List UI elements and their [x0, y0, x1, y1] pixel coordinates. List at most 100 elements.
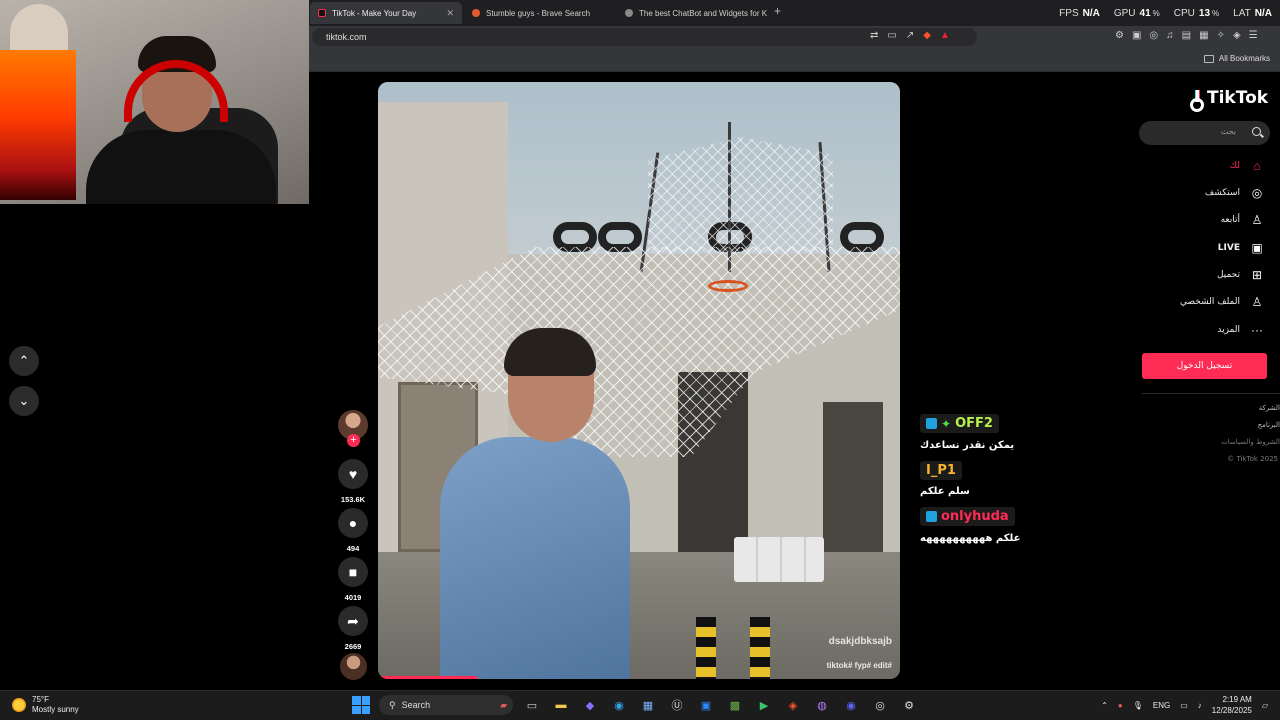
all-bookmarks-button[interactable]: All Bookmarks — [1203, 54, 1270, 63]
next-video-button[interactable]: ⌄ — [9, 386, 39, 416]
minecraft-icon[interactable]: ▩ — [725, 695, 745, 715]
tiktok-logo[interactable]: TikTok — [1190, 88, 1268, 112]
nav-upload[interactable]: تحميل ⊞ — [1217, 266, 1265, 284]
translate-icon[interactable]: ⇄ — [870, 30, 878, 41]
cpu-stat: CPU 13% — [1173, 8, 1220, 19]
tab-chatbot[interactable]: The best ChatBot and Widgets for K — [617, 2, 767, 24]
copilot-icon[interactable]: ◆ — [580, 695, 600, 715]
save-button[interactable]: ■ 4019 — [337, 557, 369, 602]
tab-tiktok[interactable]: TikTok - Make Your Day ✕ — [310, 2, 462, 24]
traffic-cone — [696, 617, 716, 679]
close-tab-icon[interactable]: ✕ — [446, 8, 454, 19]
search-highlight-icon: ▰ — [500, 699, 507, 710]
video-player[interactable]: dsakjdbksajb tiktok# fyp# edit# — [378, 82, 900, 679]
share-button[interactable]: ➦ 2669 — [337, 606, 369, 651]
login-button[interactable]: تسجيل الدخول — [1142, 353, 1267, 379]
brave-shield-icon[interactable]: ◆ — [923, 30, 931, 41]
sidebar-icon[interactable]: ▤ — [1182, 30, 1191, 41]
tray-app-icon[interactable]: ● — [1118, 701, 1123, 710]
new-tab-button[interactable]: + — [774, 4, 781, 18]
extensions-icon[interactable]: ⚙ — [1115, 30, 1124, 41]
save-count: 4019 — [344, 593, 362, 602]
play-icon[interactable]: ▶ — [754, 695, 774, 715]
video-progress-bar[interactable] — [378, 676, 478, 679]
home-icon: ⌂ — [1253, 159, 1261, 173]
file-explorer-icon[interactable]: ▬ — [551, 695, 571, 715]
microphone-icon[interactable]: 🎙 — [1133, 701, 1143, 710]
chat-message: ✦ OFF2 يمكن نقدر نساعدك — [920, 414, 1120, 451]
notifications-icon[interactable]: ▱ — [1262, 701, 1268, 710]
webcam-overlay — [0, 0, 309, 204]
footer-company-link[interactable]: الشركة — [1259, 404, 1280, 412]
profile-icon: ♙ — [1251, 295, 1263, 309]
tiktok-favicon-icon — [318, 9, 326, 17]
music-icon[interactable]: ♫ — [1166, 30, 1174, 41]
obs-icon[interactable]: ◍ — [812, 695, 832, 715]
app-icon[interactable]: Ⓤ — [667, 695, 687, 715]
system-clock[interactable]: 2:19 AM 12/28/2025 — [1212, 694, 1252, 716]
share-count: 2669 — [344, 642, 362, 651]
basketball-hoop — [708, 280, 748, 292]
brave-favicon-icon — [472, 9, 480, 17]
globe-favicon-icon — [625, 9, 633, 17]
footer-program-link[interactable]: البرنامج — [1258, 421, 1280, 429]
nav-more[interactable]: المزيد ··· — [1217, 321, 1265, 339]
task-view-icon[interactable]: ▭ — [522, 695, 542, 715]
leo-icon[interactable]: ◎ — [1149, 30, 1158, 41]
music-disc-avatar[interactable] — [340, 653, 367, 680]
tiktok-note-icon — [1190, 90, 1204, 112]
weather-widget[interactable]: 75°F Mostly sunny — [12, 695, 79, 715]
heart-icon: ♥ — [338, 459, 368, 489]
chevron-up-icon[interactable]: ⌃ — [1101, 701, 1108, 710]
follow-plus-icon[interactable]: + — [347, 434, 360, 447]
like-button[interactable]: ♥ 153.6K — [337, 459, 369, 504]
menu-icon[interactable]: ☰ — [1249, 30, 1258, 41]
footer-terms-link[interactable]: الشروط والسياسات — [1221, 438, 1280, 446]
nav-for-you[interactable]: لك ⌂ — [1230, 157, 1265, 175]
like-count: 153.6K — [340, 495, 366, 504]
wallet2-icon[interactable]: ▦ — [1199, 30, 1208, 41]
clock-date: 12/28/2025 — [1211, 706, 1252, 715]
volume-icon[interactable]: ♪ — [1198, 701, 1202, 710]
search-icon[interactable] — [1252, 127, 1261, 136]
discord-icon[interactable]: ◉ — [841, 695, 861, 715]
tab-brave-search[interactable]: Stumble guys - Brave Search — [464, 2, 614, 24]
vpn-icon[interactable]: ◈ — [1233, 30, 1241, 41]
chat-username-badge: ✦ OFF2 — [920, 414, 999, 433]
chat-message: onlyhuda علكم ههههههههههه — [920, 507, 1120, 544]
footer-copyright: TikTok 2025 © — [1227, 455, 1278, 463]
wallet-icon[interactable]: ▣ — [1132, 30, 1141, 41]
url-text: tiktok.com — [326, 32, 367, 42]
search-input[interactable]: بحث — [1139, 121, 1270, 145]
nav-following[interactable]: أتابعه ♙ — [1221, 211, 1265, 229]
nav-explore[interactable]: استكشف ◎ — [1205, 184, 1265, 202]
cast-icon[interactable]: ▭ — [887, 30, 896, 41]
comment-button[interactable]: ● 494 — [337, 508, 369, 553]
previous-video-button[interactable]: ⌃ — [9, 346, 39, 376]
streamer-body — [86, 130, 276, 204]
stream-chat-overlay: ✦ OFF2 يمكن نقدر نساعدك I_P1 سلم علكم on… — [920, 414, 1120, 554]
brave-browser-icon[interactable]: ◈ — [783, 695, 803, 715]
chevron-up-icon: ⌃ — [18, 353, 30, 368]
language-indicator[interactable]: ENG — [1153, 701, 1170, 710]
network-icon[interactable]: ▭ — [1180, 701, 1188, 710]
share-icon[interactable]: ↗ — [906, 30, 914, 41]
brave-rewards-icon[interactable]: ▲ — [940, 30, 950, 41]
settings-icon[interactable]: ⚙ — [899, 695, 919, 715]
edge-icon[interactable]: ◉ — [609, 695, 629, 715]
fireplace-arch — [10, 4, 68, 50]
comment-count: 494 — [346, 544, 360, 553]
chrome-icon[interactable]: ◎ — [870, 695, 890, 715]
taskbar-search[interactable]: ⚲ Search ▰ — [379, 695, 513, 715]
chat-message: I_P1 سلم علكم — [920, 461, 1120, 497]
kick-badge-icon — [926, 511, 937, 522]
screen: TikTok - Make Your Day ✕ Stumble guys - … — [0, 0, 1280, 720]
code-editor-icon[interactable]: ▣ — [696, 695, 716, 715]
star-icon[interactable]: ✧ — [1217, 30, 1225, 41]
store-icon[interactable]: ▦ — [638, 695, 658, 715]
nav-profile[interactable]: الملف الشخصي ♙ — [1180, 293, 1265, 311]
windows-start-icon[interactable] — [352, 696, 370, 714]
chat-username: OFF2 — [955, 416, 993, 431]
nav-live[interactable]: LIVE ▣ — [1218, 239, 1265, 257]
sun-icon — [12, 698, 26, 712]
